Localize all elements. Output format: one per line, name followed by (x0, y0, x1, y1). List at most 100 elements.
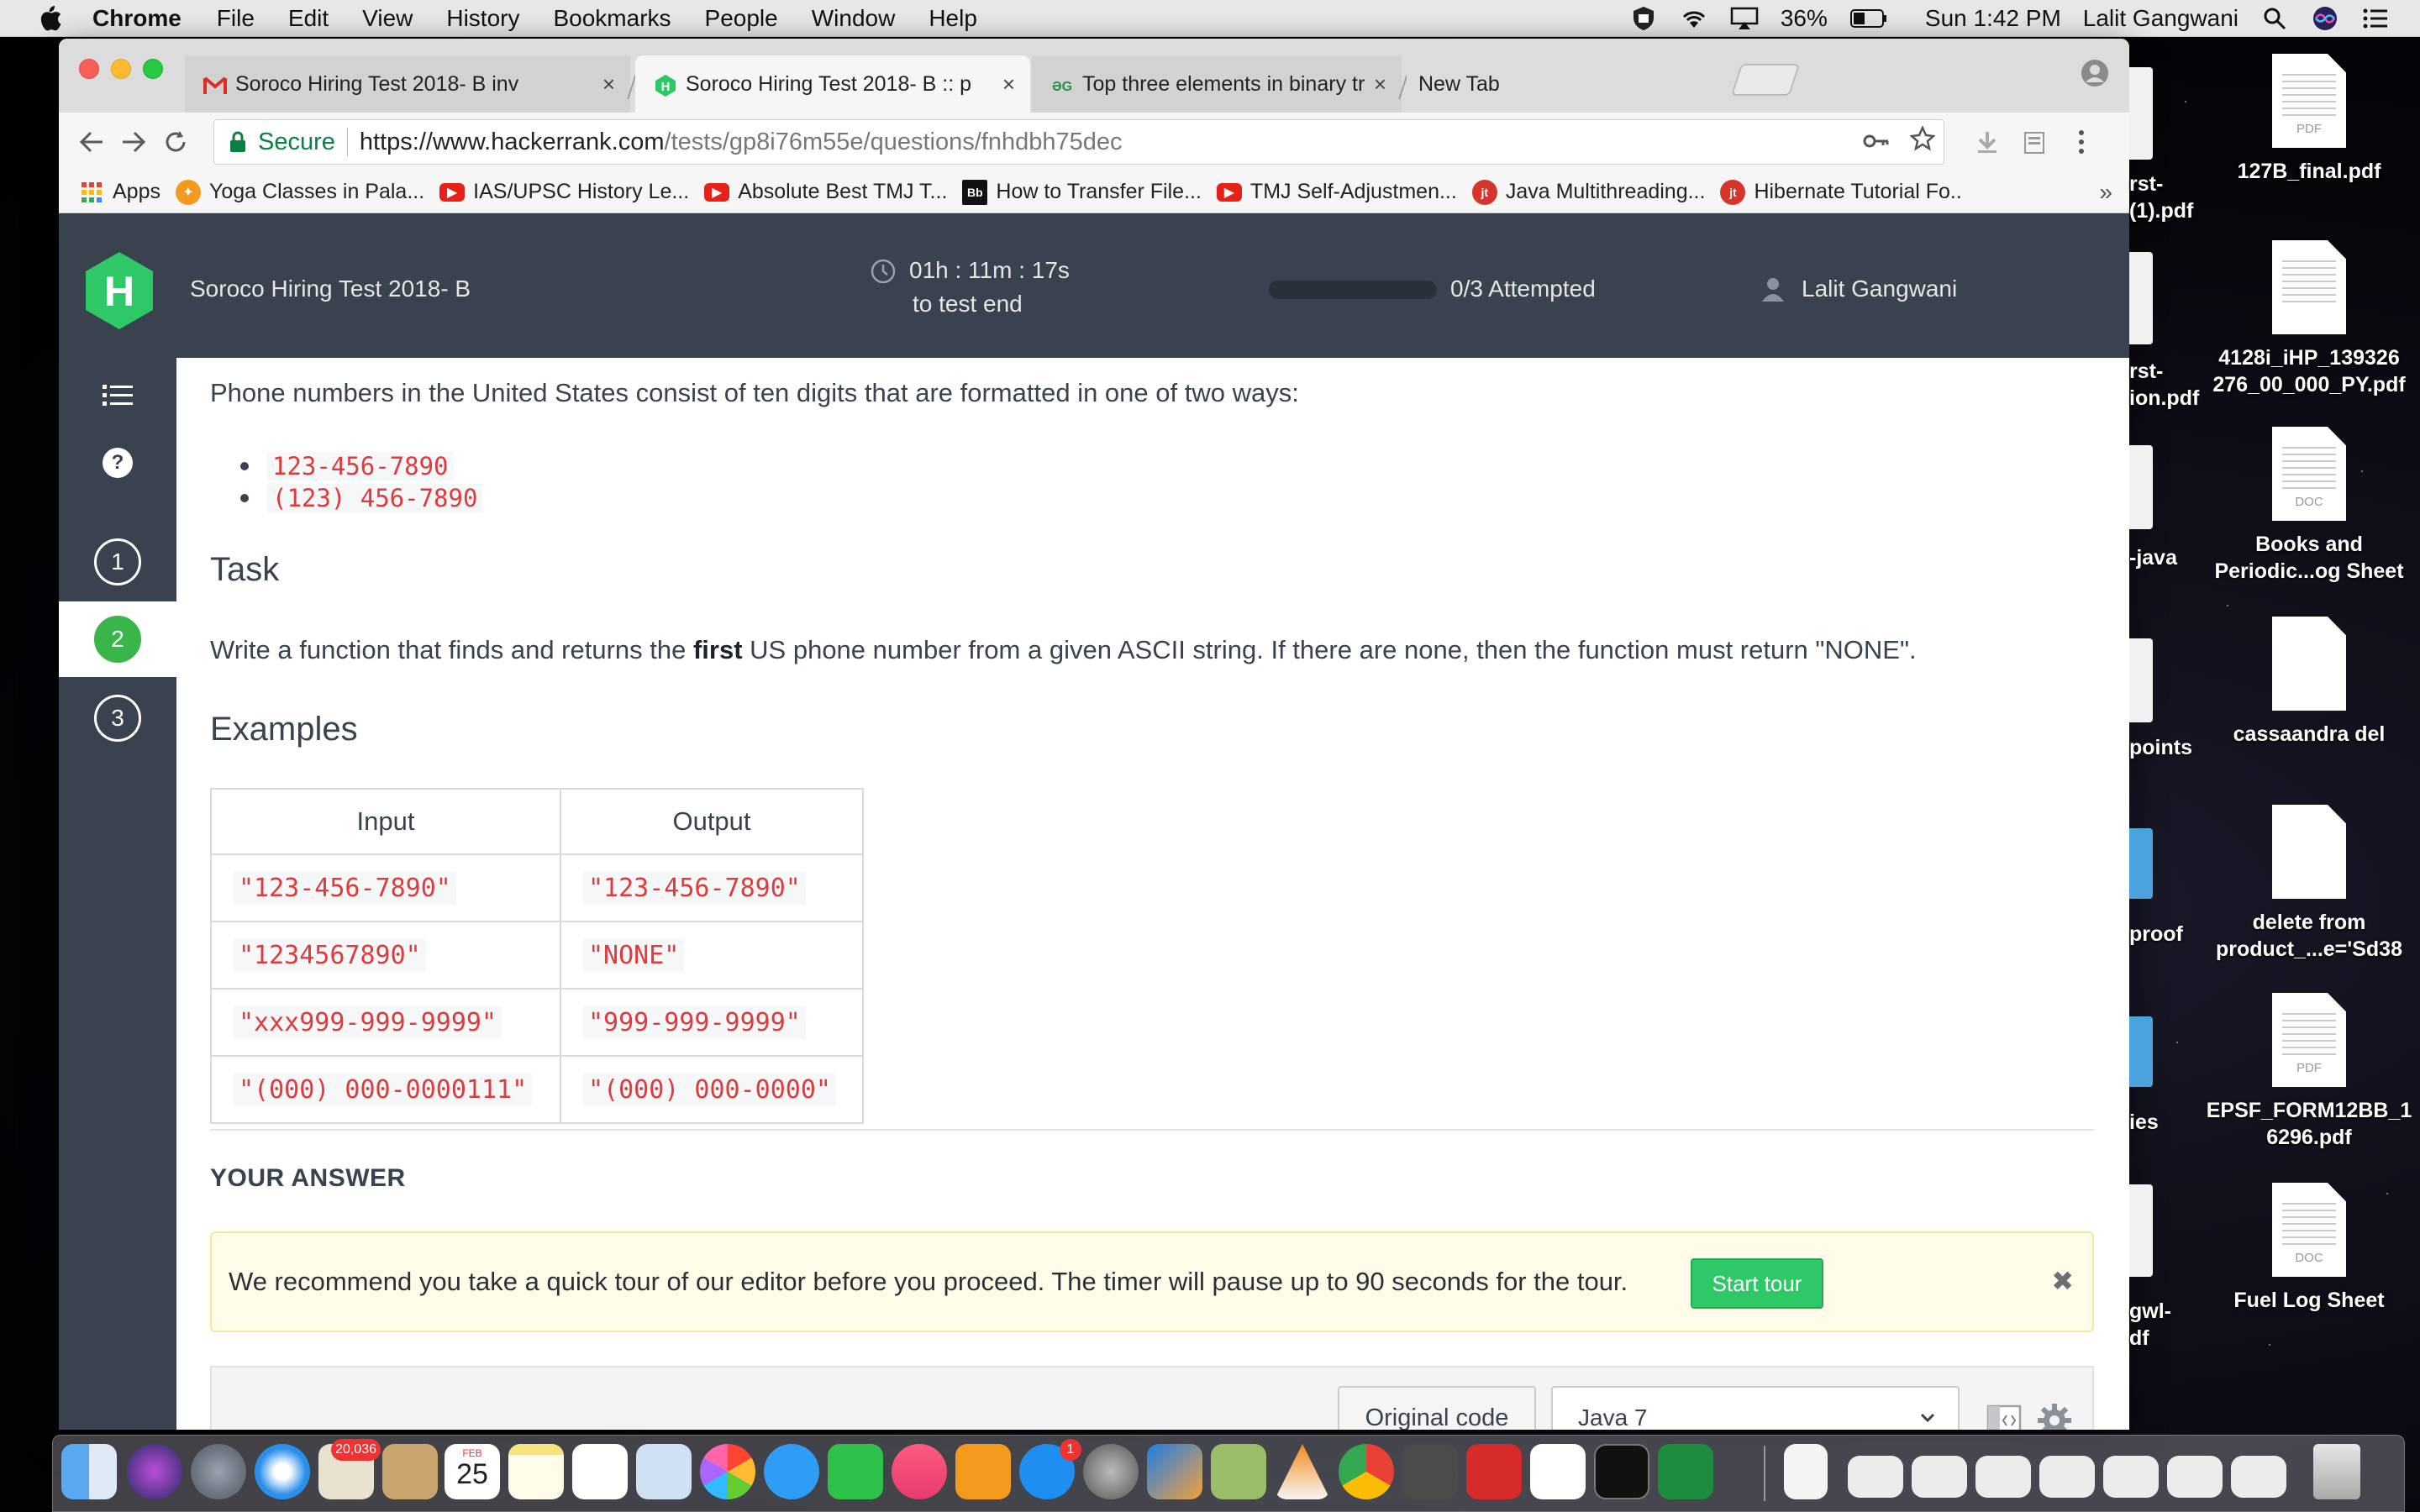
menu-help[interactable]: Help (929, 5, 977, 32)
tab-geeksforgeeks[interactable]: ƏG Top three elements in binary tr × (1032, 55, 1402, 113)
desktop-doc-icon[interactable] (2129, 67, 2153, 160)
chrome-menu-icon[interactable] (2060, 121, 2102, 163)
menu-app-name[interactable]: Chrome (92, 5, 182, 32)
preview-icon[interactable] (636, 1444, 692, 1499)
bookmark-tmj-self[interactable]: ▶ TMJ Self-Adjustmen... (1216, 180, 1457, 204)
reminders-icon[interactable] (572, 1444, 628, 1499)
fullscreen-editor-icon[interactable] (1986, 1404, 2022, 1430)
bookmark-star-icon[interactable] (1909, 124, 1936, 158)
terminal-icon[interactable] (1594, 1444, 1649, 1499)
minimized-window-icon[interactable] (2103, 1456, 2159, 1498)
siri-icon[interactable] (2311, 6, 2339, 31)
mail-icon[interactable]: 20,036 (318, 1439, 381, 1499)
bookmark-transfer-file[interactable]: Bb How to Transfer File... (962, 179, 1202, 205)
menubar-user[interactable]: Lalit Gangwani (2083, 5, 2238, 32)
desktop-item-label[interactable]: (1).pdf (2129, 199, 2193, 223)
original-code-button[interactable]: Original code (1338, 1386, 1536, 1430)
ibooks-icon[interactable] (955, 1444, 1011, 1499)
minimized-window-icon[interactable] (1975, 1456, 2031, 1498)
question-nav-3[interactable]: 3 (59, 680, 176, 756)
minimized-window-icon[interactable] (2039, 1456, 2095, 1498)
tab-close-icon[interactable]: × (1374, 71, 1386, 97)
vlc-icon[interactable] (1275, 1444, 1330, 1499)
download-icon[interactable] (1966, 121, 2008, 163)
database-tool-icon[interactable] (1211, 1444, 1266, 1499)
desktop-item-label[interactable]: ies (2129, 1110, 2159, 1135)
profile-icon[interactable] (2081, 59, 2109, 87)
menu-view[interactable]: View (362, 5, 413, 32)
spotlight-search-icon[interactable] (2260, 6, 2289, 31)
bookmark-yoga[interactable]: ✦ Yoga Classes in Pala... (175, 179, 424, 205)
key-icon[interactable] (1863, 129, 1890, 156)
folder-icon[interactable] (2129, 1016, 2153, 1087)
extension-icon[interactable] (2013, 121, 2055, 163)
desktop-item-label[interactable]: rst- (2129, 172, 2163, 197)
clock[interactable]: Sun 1:42 PM (1925, 5, 2061, 32)
close-window-button[interactable] (79, 59, 99, 79)
airplay-icon[interactable] (1730, 6, 1759, 31)
desktop-doc-icon[interactable] (2129, 445, 2153, 529)
forward-button[interactable] (113, 121, 155, 163)
desktop-file[interactable]: PDF 127B_final.pdf (2200, 54, 2418, 185)
messages-icon[interactable] (764, 1444, 819, 1499)
tab-hackerrank[interactable]: H Soroco Hiring Test 2018- B :: p × (635, 55, 1030, 113)
app-store-icon[interactable]: 1 (1019, 1439, 1081, 1499)
gear-icon[interactable] (2037, 1403, 2072, 1430)
minimized-window-icon[interactable] (1912, 1456, 1967, 1498)
safari-icon[interactable] (255, 1444, 310, 1499)
desktop-item-label[interactable]: ion.pdf (2129, 386, 2199, 411)
battery-icon[interactable] (1849, 6, 1888, 31)
bookmark-java-multithreading[interactable]: jt Java Multithreading... (1471, 179, 1705, 205)
question-nav-2[interactable]: 2 (59, 601, 176, 677)
finder-icon[interactable] (61, 1444, 117, 1499)
desktop-doc-icon[interactable] (2129, 1184, 2153, 1277)
desktop-file[interactable]: cassaandra del (2200, 617, 2418, 748)
contacts-icon[interactable] (382, 1444, 438, 1499)
desktop-item-label[interactable]: rst- (2129, 360, 2163, 384)
desktop-item-label[interactable]: proof (2129, 922, 2183, 947)
tab-new-tab[interactable]: New Tab × (1407, 55, 1776, 113)
pdf-reader-icon[interactable] (1466, 1444, 1522, 1499)
launchpad-icon[interactable] (191, 1444, 246, 1499)
desktop-file[interactable]: PDF EPSF_FORM12BB_1 6296.pdf (2200, 993, 2418, 1151)
desktop-item-label[interactable]: points (2129, 736, 2192, 760)
siri-icon[interactable] (127, 1444, 182, 1499)
wifi-icon[interactable] (1680, 6, 1708, 31)
minimized-window-icon[interactable] (2231, 1456, 2286, 1498)
document-stack-icon[interactable] (1784, 1444, 1828, 1499)
tab-close-icon[interactable]: × (1002, 71, 1015, 97)
user-menu[interactable]: Lalit Gangwani (1761, 276, 1957, 302)
desktop-file[interactable]: 4128i_iHP_139326 276_00_000_PY.pdf (2200, 240, 2418, 398)
tab-close-icon[interactable]: × (602, 71, 615, 97)
bookmark-apps[interactable]: Apps (79, 180, 160, 205)
excel-icon[interactable] (1658, 1444, 1713, 1499)
address-bar[interactable]: Secure https://www.hackerrank.com/tests/… (213, 119, 1944, 165)
minimized-window-icon[interactable] (1848, 1456, 1903, 1498)
language-select[interactable]: Java 7 (1551, 1386, 1960, 1430)
desktop-file[interactable]: DOC Books and Periodic...og Sheet (2200, 427, 2418, 585)
maximize-window-button[interactable] (143, 59, 163, 79)
itunes-icon[interactable] (892, 1444, 947, 1499)
desktop-item-label[interactable]: gwl- (2129, 1299, 2171, 1324)
menu-file[interactable]: File (217, 5, 255, 32)
menu-history[interactable]: History (446, 5, 519, 32)
menu-bookmarks[interactable]: Bookmarks (553, 5, 671, 32)
desktop-file[interactable]: delete from product_...e='Sd38 (2200, 805, 2418, 963)
bookmark-ias-upsc[interactable]: ▶ IAS/UPSC History Le... (439, 180, 689, 204)
question-list-button[interactable] (59, 358, 176, 433)
trash-icon[interactable] (2313, 1444, 2360, 1499)
photos-icon[interactable] (700, 1444, 755, 1499)
desktop-item-label[interactable]: -java (2129, 546, 2177, 570)
notes-icon[interactable] (508, 1444, 564, 1499)
notification-center-icon[interactable] (2361, 6, 2390, 31)
textedit-icon[interactable] (1530, 1444, 1586, 1499)
hackerrank-logo[interactable]: H (84, 250, 155, 331)
menu-window[interactable]: Window (812, 5, 896, 32)
intellij-icon[interactable] (1147, 1444, 1202, 1499)
sublime-text-icon[interactable] (1402, 1444, 1458, 1499)
folder-icon[interactable] (2129, 828, 2153, 899)
help-button[interactable]: ? (59, 425, 176, 501)
desktop-doc-icon[interactable] (2129, 638, 2153, 722)
system-preferences-icon[interactable] (1083, 1444, 1139, 1499)
vpn-shield-icon[interactable] (1629, 6, 1658, 31)
